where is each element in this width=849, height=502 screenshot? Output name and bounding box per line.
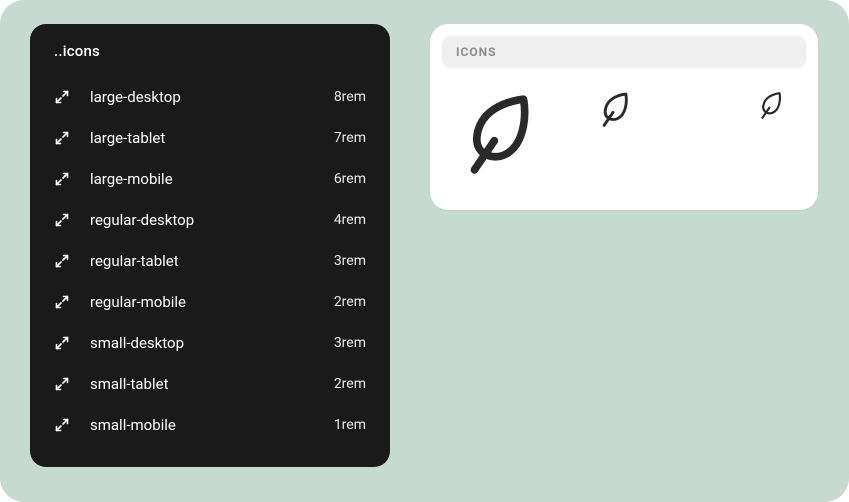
token-value: 4rem: [334, 212, 366, 228]
expand-arrows-icon: [54, 171, 70, 187]
expand-arrows-icon: [54, 417, 70, 433]
table-row[interactable]: regular-desktop 4rem: [54, 199, 366, 240]
tokens-panel-title: ..icons: [54, 42, 366, 60]
preview-body: [442, 68, 806, 198]
table-row[interactable]: small-tablet 2rem: [54, 363, 366, 404]
token-value: 3rem: [334, 253, 366, 269]
token-name: regular-desktop: [90, 211, 334, 229]
token-name: small-tablet: [90, 375, 334, 393]
table-row[interactable]: large-desktop 8rem: [54, 76, 366, 117]
table-row[interactable]: large-mobile 6rem: [54, 158, 366, 199]
preview-header: ICONS: [442, 36, 806, 68]
preview-card: ICONS: [430, 24, 818, 210]
table-row[interactable]: small-desktop 3rem: [54, 322, 366, 363]
table-row[interactable]: regular-tablet 3rem: [54, 240, 366, 281]
token-value: 2rem: [334, 294, 366, 310]
token-value: 8rem: [334, 89, 366, 105]
expand-arrows-icon: [54, 335, 70, 351]
token-value: 1rem: [334, 417, 366, 433]
expand-arrows-icon: [54, 294, 70, 310]
leaf-icon: [758, 90, 784, 120]
token-value: 2rem: [334, 376, 366, 392]
token-value: 6rem: [334, 171, 366, 187]
tokens-panel: ..icons large-desktop 8rem large-tablet …: [30, 24, 390, 467]
token-name: small-desktop: [90, 334, 334, 352]
expand-arrows-icon: [54, 212, 70, 228]
token-value: 7rem: [334, 130, 366, 146]
expand-arrows-icon: [54, 89, 70, 105]
leaf-icon: [460, 90, 538, 176]
canvas: ..icons large-desktop 8rem large-tablet …: [0, 0, 849, 502]
table-row[interactable]: small-mobile 1rem: [54, 404, 366, 445]
token-name: regular-mobile: [90, 293, 334, 311]
token-name: regular-tablet: [90, 252, 334, 270]
table-row[interactable]: large-tablet 7rem: [54, 117, 366, 158]
table-row[interactable]: regular-mobile 2rem: [54, 281, 366, 322]
token-value: 3rem: [334, 335, 366, 351]
token-name: large-mobile: [90, 170, 334, 188]
expand-arrows-icon: [54, 130, 70, 146]
leaf-icon: [598, 90, 632, 128]
token-name: large-tablet: [90, 129, 334, 147]
token-name: small-mobile: [90, 416, 334, 434]
expand-arrows-icon: [54, 376, 70, 392]
expand-arrows-icon: [54, 253, 70, 269]
token-name: large-desktop: [90, 88, 334, 106]
